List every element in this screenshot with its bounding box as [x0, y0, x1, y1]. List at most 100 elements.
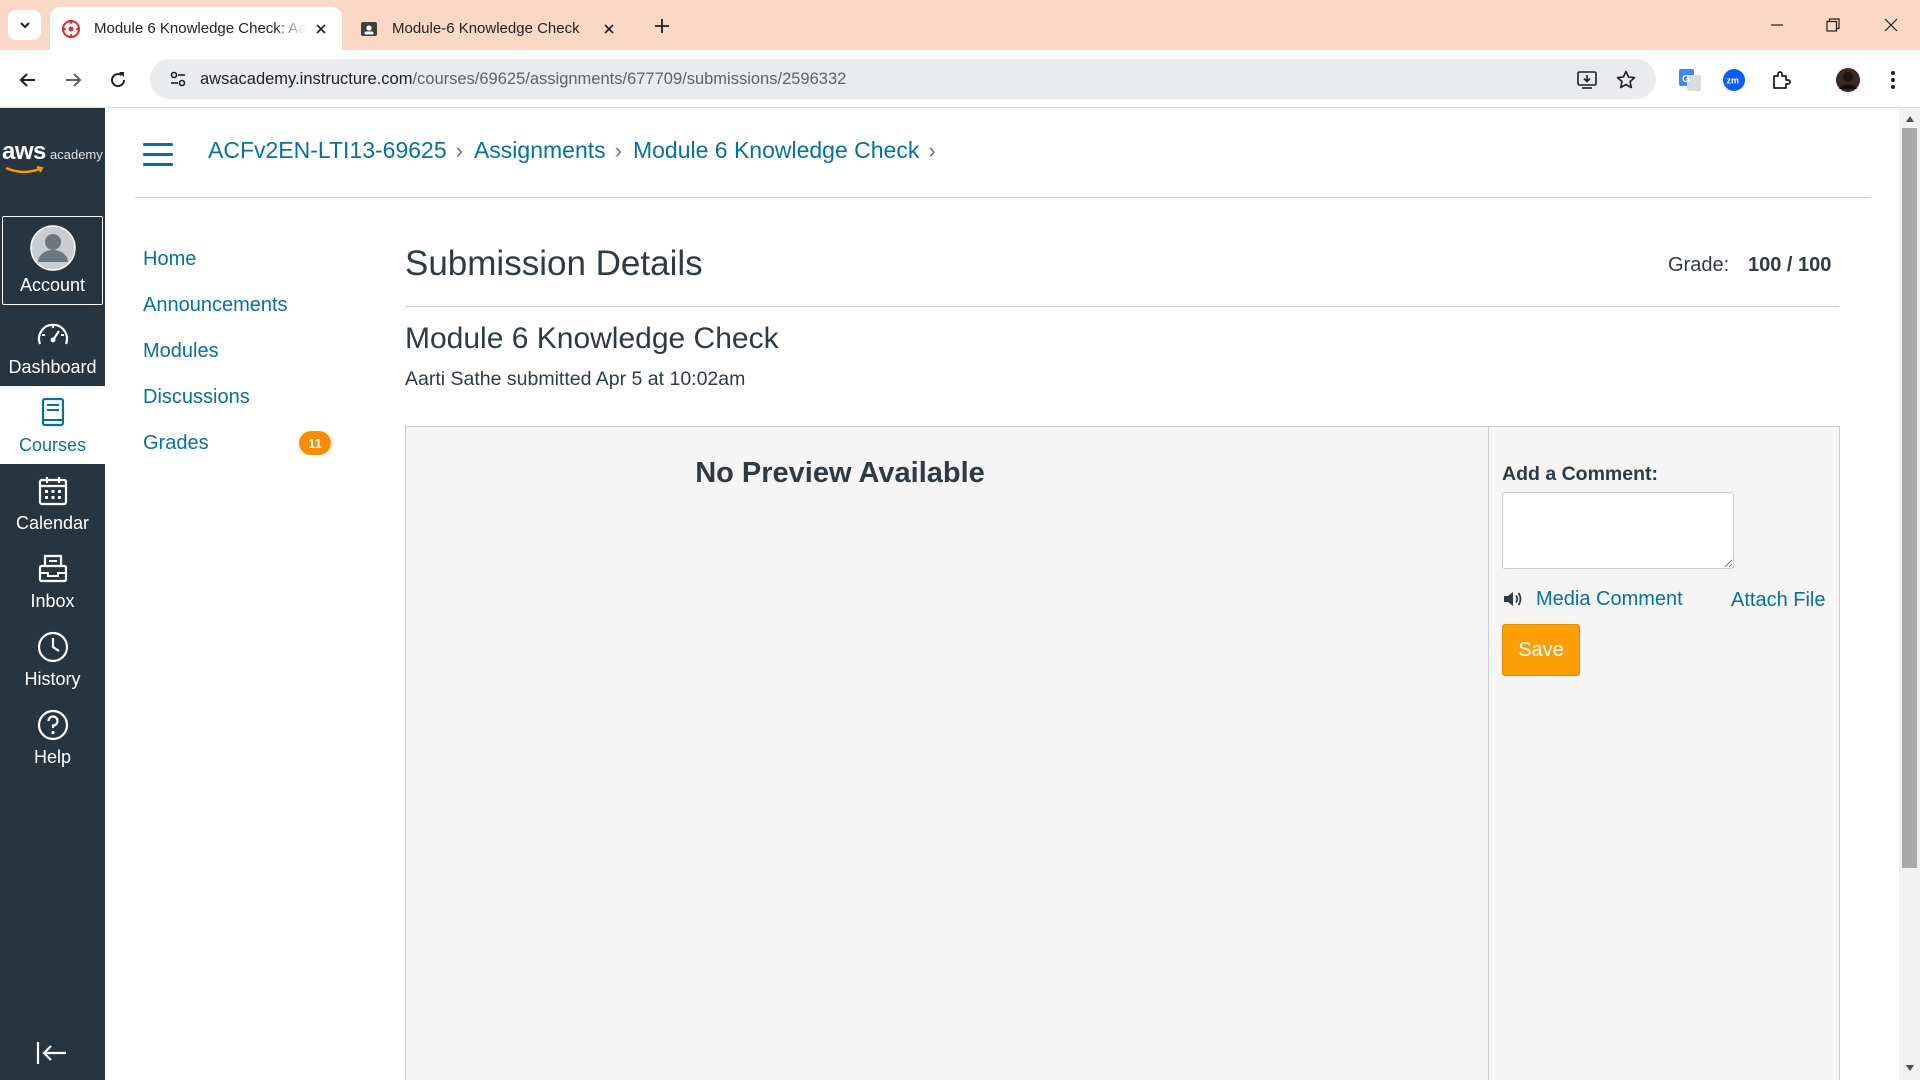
comment-textarea[interactable] [1502, 492, 1734, 569]
restore-window-button[interactable] [1818, 12, 1848, 38]
add-comment-label: Add a Comment: [1502, 463, 1658, 485]
url-host: awsacademy.instructure.com [200, 69, 413, 88]
nav-account[interactable]: Account [2, 216, 103, 305]
browser-menu-icon[interactable] [1879, 66, 1907, 94]
course-nav-label: Home [143, 247, 197, 270]
nav-help[interactable]: Help [0, 698, 105, 776]
submission-preview-area: No Preview Available [405, 426, 1489, 1080]
browser-tab-inactive[interactable]: Module-6 Knowledge Check [348, 7, 630, 50]
breadcrumb-assignment-link[interactable]: Module 6 Knowledge Check [633, 137, 919, 164]
course-nav-modules[interactable]: Modules [143, 328, 333, 374]
course-nav-label: Grades [143, 431, 209, 454]
extensions-puzzle-icon[interactable] [1767, 66, 1795, 94]
save-comment-button[interactable]: Save [1502, 624, 1580, 676]
nav-inbox[interactable]: Inbox [0, 542, 105, 620]
course-nav-announcements[interactable]: Announcements [143, 282, 333, 328]
profile-avatar-icon[interactable] [1834, 66, 1862, 94]
breadcrumb-chevron-icon: › [614, 137, 622, 163]
aws-academy-logo[interactable]: aws academy [0, 136, 105, 176]
browser-tab-active[interactable]: Module 6 Knowledge Check: Aa [50, 7, 342, 50]
assignment-title: Module 6 Knowledge Check [405, 322, 779, 355]
breadcrumb-assignments-link[interactable]: Assignments [474, 137, 606, 164]
page-scrollbar[interactable] [1899, 108, 1920, 1080]
scrollbar-thumb[interactable] [1902, 128, 1917, 868]
collapse-arrow-icon [36, 1042, 66, 1064]
submission-info: Aarti Sathe submitted Apr 5 at 10:02am [405, 368, 746, 390]
scroll-down-arrow-icon[interactable] [1904, 1062, 1915, 1073]
media-comment-label: Media Comment [1536, 587, 1683, 610]
document-favicon-icon [361, 21, 377, 36]
forward-button[interactable] [59, 66, 87, 94]
nav-dashboard[interactable]: Dashboard [0, 308, 105, 386]
speaker-icon [1502, 587, 1526, 611]
nav-courses-label: Courses [18, 434, 87, 455]
breadcrumb-chevron-icon: › [928, 137, 936, 163]
svg-text:G: G [1682, 74, 1690, 85]
aws-smile-icon [5, 166, 44, 174]
account-avatar-icon [29, 225, 76, 271]
nav-help-label: Help [33, 746, 72, 767]
arrow-right-icon [66, 73, 82, 87]
course-nav-grades[interactable]: Grades 11 [143, 420, 333, 466]
close-tab-icon[interactable] [312, 20, 330, 38]
page-title: Submission Details [405, 244, 703, 283]
plus-icon [655, 19, 669, 33]
browser-tab-strip: Module 6 Knowledge Check: Aa Module-6 Kn… [0, 0, 1920, 50]
course-nav-home[interactable]: Home [143, 236, 333, 282]
course-nav-label: Discussions [143, 385, 250, 408]
nav-courses[interactable]: Courses [0, 386, 105, 464]
breadcrumb-course-link[interactable]: ACFv2EN-LTI13-69625 [208, 137, 447, 164]
install-app-icon[interactable] [1574, 67, 1600, 93]
minimize-window-button[interactable] [1762, 12, 1792, 38]
browser-toolbar: awsacademy.instructure.com/courses/69625… [0, 50, 1920, 108]
close-window-button[interactable] [1876, 12, 1906, 38]
nav-inbox-label: Inbox [30, 590, 75, 611]
media-comment-link[interactable]: Media Comment [1502, 587, 1683, 611]
site-info-icon[interactable] [158, 59, 198, 99]
chevron-down-icon [19, 22, 30, 29]
google-translate-extension-icon[interactable]: G [1676, 66, 1704, 94]
svg-text:zm: zm [1727, 76, 1740, 86]
arrow-left-icon [19, 73, 35, 87]
tab-search-button[interactable] [8, 10, 41, 40]
hamburger-line [143, 153, 173, 156]
course-nav-discussions[interactable]: Discussions [143, 374, 333, 420]
grade-value: 100 / 100 [1748, 254, 1832, 276]
breadcrumb-chevron-icon: › [455, 137, 463, 163]
course-nav-label: Announcements [143, 293, 288, 316]
new-tab-button[interactable] [650, 14, 674, 38]
tab-title: Module 6 Knowledge Check: Aa [94, 20, 306, 37]
courses-book-icon [35, 395, 71, 431]
nav-history[interactable]: History [0, 620, 105, 698]
global-navigation: aws academy Account Dashboard Courses Ca… [0, 108, 105, 1080]
course-menu-toggle-button[interactable] [143, 143, 173, 167]
url-text: awsacademy.instructure.com/courses/69625… [200, 70, 846, 89]
close-icon [1884, 18, 1898, 32]
comment-panel: Add a Comment: Media Comment Attach File… [1488, 426, 1840, 1080]
inbox-icon [35, 551, 71, 587]
help-question-icon [35, 707, 71, 743]
bookmark-star-icon[interactable] [1613, 67, 1639, 93]
nav-dashboard-label: Dashboard [8, 356, 97, 377]
reload-button[interactable] [104, 66, 132, 94]
breadcrumb: ACFv2EN-LTI13-69625 › Assignments › Modu… [208, 137, 947, 164]
dashboard-gauge-icon [35, 317, 71, 353]
close-tab-icon[interactable] [600, 20, 618, 38]
tab-title: Module-6 Knowledge Check [392, 20, 580, 37]
grade-label: Grade: [1668, 254, 1730, 276]
zoom-extension-icon[interactable]: zm [1720, 66, 1748, 94]
collapse-nav-button[interactable] [34, 1038, 70, 1068]
back-button[interactable] [14, 66, 42, 94]
address-bar[interactable]: awsacademy.instructure.com/courses/69625… [150, 59, 1656, 99]
attach-file-link[interactable]: Attach File [1731, 589, 1825, 612]
aws-logo-text: aws [2, 138, 46, 165]
header-divider [135, 197, 1870, 198]
course-nav-label: Modules [143, 339, 219, 362]
nav-calendar-label: Calendar [15, 512, 90, 533]
nav-calendar[interactable]: Calendar [0, 464, 105, 542]
no-preview-message: No Preview Available [695, 457, 985, 489]
nav-history-label: History [24, 668, 81, 689]
url-path: /courses/69625/assignments/677709/submis… [412, 69, 847, 88]
hamburger-line [143, 163, 173, 166]
scroll-up-arrow-icon[interactable] [1904, 113, 1915, 124]
